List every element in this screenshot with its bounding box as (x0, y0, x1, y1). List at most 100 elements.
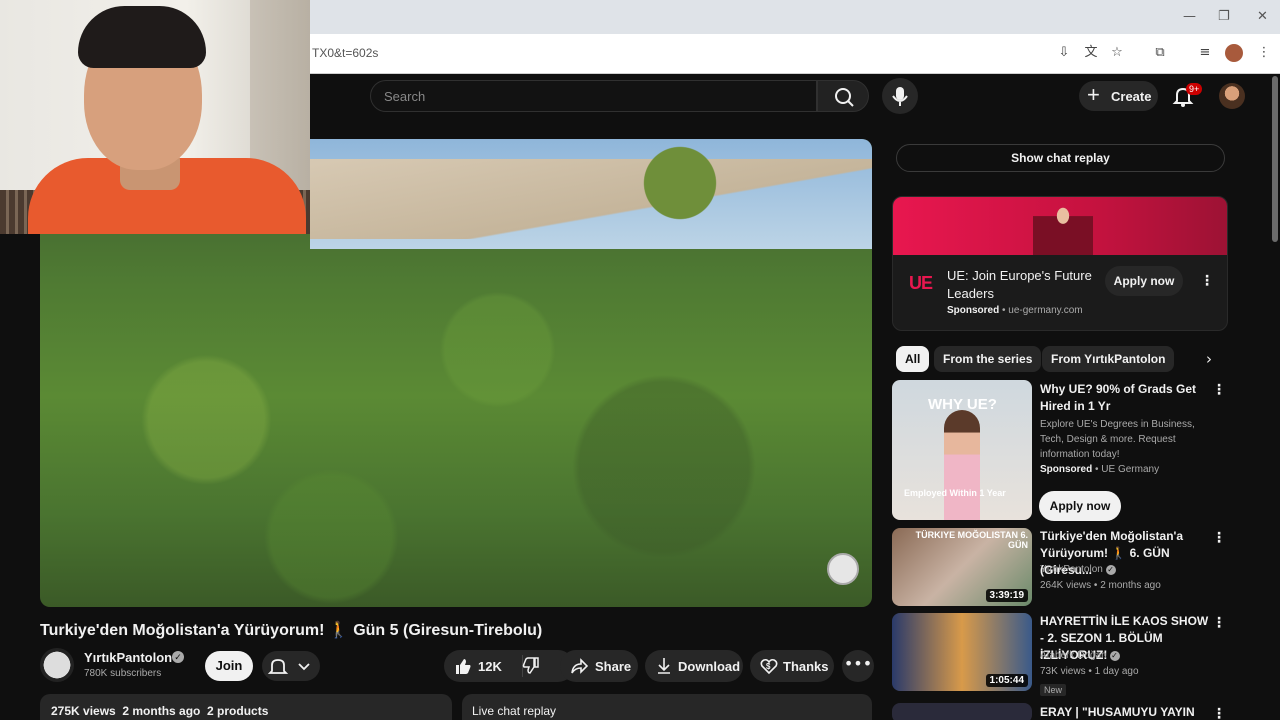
more-actions-button[interactable]: ••• (842, 650, 874, 682)
chevron-right-icon[interactable]: › (1198, 348, 1220, 370)
channel-avatar[interactable] (40, 648, 74, 682)
description-summary: 275K views 2 months ago 2 products (51, 704, 269, 718)
search-icon (835, 88, 854, 107)
account-avatar[interactable] (1219, 83, 1245, 109)
ad-logo: UE (909, 273, 933, 293)
share-label: Share (595, 659, 632, 674)
bell-chevron-icon (267, 659, 310, 674)
minimize-button[interactable]: — (1183, 9, 1196, 24)
rec-duration: 1:05:44 (985, 674, 1028, 687)
plus-icon: + (1087, 82, 1100, 107)
channel-watermark[interactable] (827, 553, 859, 585)
download-label: Download (678, 659, 741, 674)
video-title: Turkiye'den Moğolistan'a Yürüyorum! 🚶 Gü… (40, 622, 543, 639)
close-window-button[interactable]: ✕ (1257, 9, 1268, 24)
url-text[interactable]: TX0&t=602s (312, 46, 378, 60)
verified-check-icon: ✓ (1105, 565, 1116, 575)
rec-duration: 3:39:19 (985, 589, 1028, 602)
rec-meta: Sponsored • UE Germany (1040, 464, 1160, 475)
share-icon (570, 657, 589, 675)
ad-sponsored-label: Sponsored (947, 305, 1000, 316)
ad-banner-image (893, 197, 1227, 255)
share-button[interactable]: Share (560, 650, 638, 682)
rec-thumbnail[interactable] (892, 703, 1032, 720)
verified-check-icon: ✓ (1109, 651, 1120, 661)
more-horizontal-icon: ••• (843, 654, 873, 673)
rec-menu-icon[interactable]: ⋮ (1212, 707, 1226, 720)
create-label: Create (1111, 89, 1152, 104)
rec-thumb-text-bottom: Employed Within 1 Year (904, 488, 1006, 498)
rec-thumb-person (944, 410, 980, 520)
thanks-label: Thanks (783, 659, 829, 674)
rec-sponsored-label: Sponsored (1040, 464, 1093, 475)
rec-channel[interactable]: YırtıkPantolon ✓ (1040, 564, 1116, 575)
dislike-button[interactable] (522, 657, 540, 675)
media-control-icon[interactable]: ≡ (1196, 44, 1214, 62)
ad-apply-now-button[interactable]: Apply now (1105, 266, 1183, 296)
like-count: 12K (478, 659, 502, 674)
live-chat-replay-header[interactable]: Live chat replay (462, 694, 872, 720)
restore-button[interactable]: ❐ (1218, 9, 1230, 24)
browser-menu-icon[interactable]: ⋮ (1255, 44, 1273, 62)
show-chat-replay-button[interactable]: Show chat replay (896, 144, 1225, 172)
chip-all[interactable]: All (896, 346, 930, 372)
search-input[interactable]: Search (370, 80, 817, 112)
ad-banner-person (1033, 199, 1093, 255)
rec-thumbnail[interactable]: 1:05:44 (892, 613, 1032, 691)
thumbs-down-icon (522, 657, 539, 674)
ad-title[interactable]: UE: Join Europe's Future Leaders (947, 267, 1107, 303)
rec-thumbnail[interactable]: TÜRKIYE MOĞOLISTAN 6. GÜN 3:39:19 (892, 528, 1032, 606)
rec-meta: 73K views • 1 day ago (1040, 666, 1139, 677)
rec-title[interactable]: ERAY | "HUSAMUYU YAYIN (1040, 704, 1212, 720)
bookmark-star-icon[interactable]: ☆ (1108, 44, 1126, 62)
scrollbar-thumb[interactable] (1272, 76, 1278, 242)
voice-search-button[interactable] (882, 78, 918, 114)
translate-icon[interactable]: 文 (1082, 44, 1100, 62)
search-placeholder: Search (384, 89, 426, 104)
notification-badge: 9+ (1186, 83, 1203, 95)
rec-description: Explore UE's Degrees in Business, Tech, … (1040, 419, 1195, 460)
thanks-heart-icon: $ (760, 657, 778, 675)
ad-domain: ue-germany.com (1008, 305, 1083, 316)
subscriber-count: 780K subscribers (84, 668, 162, 679)
webcam-overlay (0, 0, 310, 234)
chip-from-the-series[interactable]: From the series (934, 346, 1042, 372)
rec-meta: 264K views • 2 months ago (1040, 580, 1161, 591)
search-button[interactable] (817, 80, 869, 112)
rec-thumb-text: TÜRKIYE MOĞOLISTAN 6. GÜN (915, 530, 1028, 550)
rec-title[interactable]: Why UE? 90% of Grads Get Hired in 1 Yr (1040, 381, 1212, 415)
channel-name[interactable]: YırtıkPantolon (84, 650, 172, 665)
thumbs-up-icon (456, 659, 471, 674)
chip-from-channel[interactable]: From YırtıkPantolon (1042, 346, 1175, 372)
new-badge: New (1040, 684, 1067, 696)
extensions-icon[interactable]: ⧉ (1151, 44, 1169, 62)
rec-advertiser: UE Germany (1101, 464, 1160, 475)
rec-channel-name: Ataberk Doğan (1040, 650, 1107, 661)
description-box[interactable]: 275K views 2 months ago 2 products (40, 694, 452, 720)
create-button[interactable]: + Create (1079, 81, 1158, 111)
live-chat-replay-label: Live chat replay (472, 704, 557, 718)
rec-menu-icon[interactable]: ⋮ (1212, 616, 1226, 630)
rec-menu-icon[interactable]: ⋮ (1212, 383, 1226, 397)
rec-channel-name: YırtıkPantolon (1040, 564, 1103, 575)
rec-menu-icon[interactable]: ⋮ (1212, 531, 1226, 545)
ad-meta: Sponsored • ue-germany.com (947, 305, 1083, 316)
ad-menu-icon[interactable]: ⋮ (1200, 274, 1214, 288)
ad-card[interactable]: UE UE: Join Europe's Future Leaders Spon… (892, 196, 1228, 331)
thanks-button[interactable]: $ Thanks (750, 650, 834, 682)
profile-avatar-icon[interactable] (1225, 44, 1243, 62)
rec-thumbnail-ad[interactable]: WHY UE? Employed Within 1 Year (892, 380, 1032, 520)
download-icon (655, 657, 673, 675)
microphone-icon (892, 87, 908, 106)
verified-check-icon: ✓ (172, 651, 184, 663)
rec-channel[interactable]: Ataberk Doğan ✓ (1040, 650, 1120, 661)
like-dislike-group: 12K (444, 650, 574, 682)
install-app-icon[interactable]: ⇩ (1055, 44, 1073, 62)
join-button[interactable]: Join (205, 651, 253, 681)
like-button[interactable] (454, 657, 472, 675)
subscription-bell-button[interactable] (262, 651, 320, 681)
svg-text:$: $ (766, 662, 771, 671)
download-button[interactable]: Download (645, 650, 743, 682)
webcam-person-hair (78, 6, 206, 68)
rec-apply-now-button[interactable]: Apply now (1039, 491, 1121, 521)
